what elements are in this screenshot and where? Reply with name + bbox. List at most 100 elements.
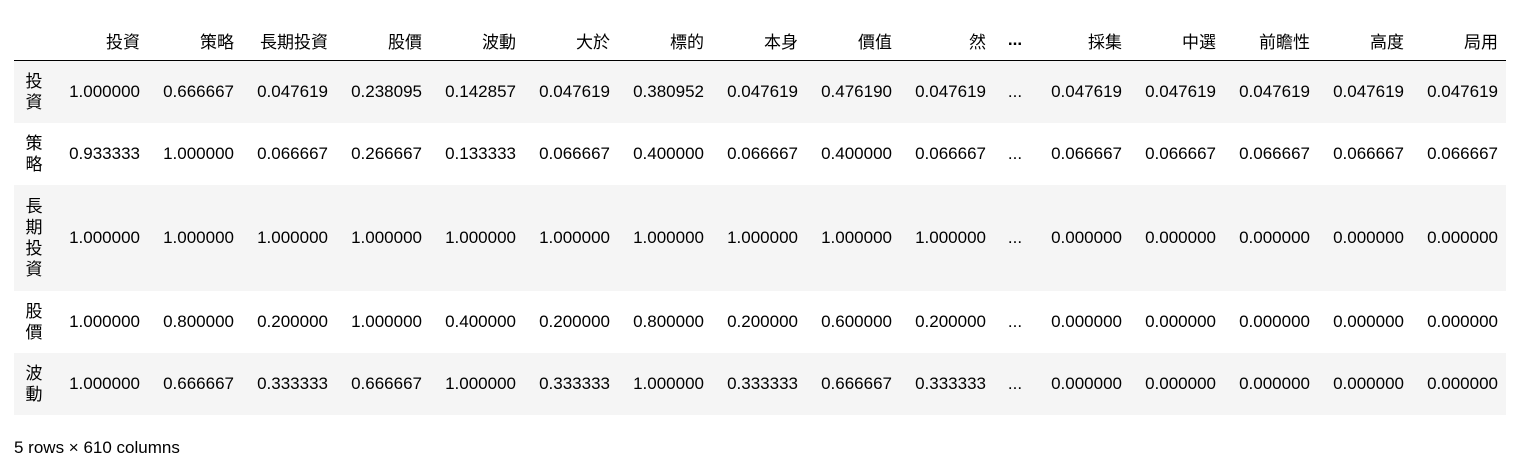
table-cell: 0.000000: [1333, 311, 1404, 331]
table-cell: 1.000000: [633, 373, 704, 393]
table-cell: 0.333333: [727, 373, 798, 393]
row-index-char: 投: [25, 71, 43, 91]
table-cell: 1.000000: [539, 227, 610, 247]
table-cell: 1.000000: [257, 227, 328, 247]
column-header: 局用: [1412, 20, 1506, 61]
table-cell: 0.047619: [1051, 81, 1122, 101]
table-cell: 0.000000: [1239, 373, 1310, 393]
table-cell: 1.000000: [821, 227, 892, 247]
table-cell: 0.000000: [1239, 227, 1310, 247]
table-cell: 0.000000: [1239, 311, 1310, 331]
table-cell: 0.333333: [257, 373, 328, 393]
table-cell: 0.666667: [821, 373, 892, 393]
table-cell: 0.000000: [1145, 311, 1216, 331]
table-cell: 0.047619: [539, 81, 610, 101]
column-header: 股價: [336, 20, 430, 61]
column-header: 中選: [1130, 20, 1224, 61]
table-cell: 0.047619: [1239, 81, 1310, 101]
table-cell: 1.000000: [69, 373, 140, 393]
column-header-ellipsis: ...: [994, 20, 1036, 61]
table-cell: 0.666667: [163, 81, 234, 101]
table-cell: 0.047619: [1145, 81, 1216, 101]
table-cell: 0.333333: [915, 373, 986, 393]
table-cell: 0.800000: [633, 311, 704, 331]
table-cell: 1.000000: [69, 81, 140, 101]
table-row: 波動 1.000000 0.666667 0.333333 0.666667 1.0000…: [14, 352, 1506, 415]
column-header: 投資: [54, 20, 148, 61]
table-cell: 0.000000: [1145, 227, 1216, 247]
row-index-char: 略: [25, 154, 43, 174]
table-cell: 0.066667: [915, 143, 986, 163]
row-index-char: 投: [25, 238, 43, 258]
table-cell: 0.933333: [69, 143, 140, 163]
row-index-char: 長: [25, 196, 43, 216]
table-cell: 0.380952: [633, 81, 704, 101]
table-cell: 0.047619: [1427, 81, 1498, 101]
column-header: 策略: [148, 20, 242, 61]
cell-ellipsis: ...: [1007, 227, 1023, 247]
table-cell: 0.066667: [727, 143, 798, 163]
table-cell: 1.000000: [915, 227, 986, 247]
header-row: 投資 策略 長期投資 股價 波動 大於 標的 本身 價值然... 採集 中選 前瞻性 高度 局用: [14, 20, 1506, 61]
table-cell: 0.000000: [1427, 311, 1498, 331]
dataframe-table: 投資 策略 長期投資 股價 波動 大於 標的 本身 價值然... 採集 中選 前瞻性 高度 局用 投資 1.…: [14, 20, 1506, 415]
row-index: 投資: [14, 61, 54, 123]
table-cell: 0.000000: [1427, 227, 1498, 247]
table-cell: 1.000000: [351, 227, 422, 247]
cell-ellipsis: ...: [1007, 373, 1023, 393]
column-header: 價值: [806, 20, 900, 61]
table-body: 投資 1.000000 0.666667 0.047619 0.238095 0.1428…: [14, 60, 1506, 415]
table-cell: 0.047619: [257, 81, 328, 101]
table-row: 長期投資 1.000000 1.000000 1.000000 1.000000 1.00…: [14, 184, 1506, 291]
table-cell: 0.666667: [163, 373, 234, 393]
table-cell: 0.000000: [1051, 373, 1122, 393]
table-cell: 0.066667: [539, 143, 610, 163]
table-cell: 1.000000: [633, 227, 704, 247]
table-cell: 1.000000: [69, 227, 140, 247]
table-cell: 0.047619: [915, 81, 986, 101]
row-index: 股價: [14, 291, 54, 353]
row-index-char: 期: [25, 217, 43, 237]
row-index-char: 股: [25, 301, 43, 321]
table-cell: 1.000000: [69, 311, 140, 331]
table-cell: 0.000000: [1145, 373, 1216, 393]
table-cell: 0.142857: [445, 81, 516, 101]
table-cell: 0.000000: [1051, 311, 1122, 331]
table-cell: 0.238095: [351, 81, 422, 101]
dataframe-output: 投資 策略 長期投資 股價 波動 大於 標的 本身 價值然... 採集 中選 前瞻性 高度 局用 投資 1.…: [14, 20, 1506, 415]
table-cell: 1.000000: [727, 227, 798, 247]
row-index-char: 資: [25, 259, 43, 279]
cell-ellipsis: ...: [1007, 311, 1023, 331]
column-header: 然: [900, 20, 994, 61]
row-index-char: 策: [25, 133, 43, 153]
table-cell: 0.000000: [1333, 227, 1404, 247]
row-index-char: 動: [25, 384, 43, 404]
table-cell: 0.200000: [915, 311, 986, 331]
index-header: [14, 20, 54, 61]
table-header: 投資 策略 長期投資 股價 波動 大於 標的 本身 價值然... 採集 中選 前瞻性 高度 局用: [14, 20, 1506, 61]
table-cell: 0.066667: [257, 143, 328, 163]
table-cell: 0.066667: [1051, 143, 1122, 163]
table-cell: 0.476190: [821, 81, 892, 101]
table-cell: 0.266667: [351, 143, 422, 163]
table-cell: 0.400000: [633, 143, 704, 163]
table-cell: 0.600000: [821, 311, 892, 331]
table-cell: 0.200000: [539, 311, 610, 331]
row-index-char: 波: [25, 363, 43, 383]
table-cell: 0.000000: [1427, 373, 1498, 393]
table-row: 股價 1.000000 0.800000 0.200000 1.000000 0.4000…: [14, 290, 1506, 353]
table-cell: 1.000000: [163, 227, 234, 247]
cell-ellipsis: ...: [1007, 143, 1023, 163]
column-header: 波動: [430, 20, 524, 61]
table-cell: 0.000000: [1333, 373, 1404, 393]
column-header: 採集: [1036, 20, 1130, 61]
table-cell: 1.000000: [163, 143, 234, 163]
table-cell: 0.400000: [821, 143, 892, 163]
table-cell: 1.000000: [445, 373, 516, 393]
table-cell: 0.066667: [1333, 143, 1404, 163]
row-index-char: 資: [25, 92, 43, 112]
column-header: 標的: [618, 20, 712, 61]
row-index: 波動: [14, 353, 54, 415]
column-header: 長期投資: [242, 20, 336, 61]
table-cell: 0.000000: [1051, 227, 1122, 247]
